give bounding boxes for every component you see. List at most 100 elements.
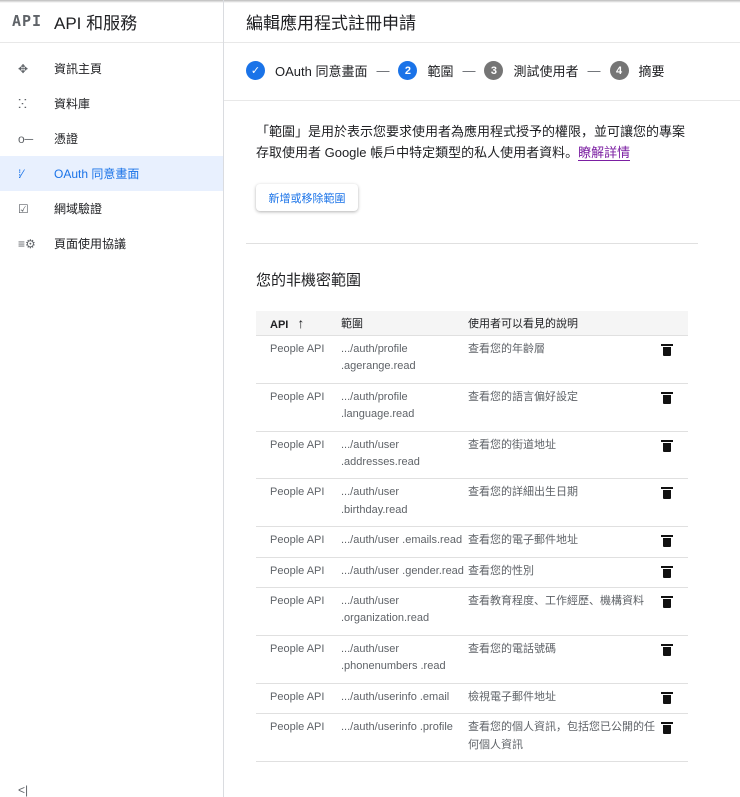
page-title: 編輯應用程式註冊申請 <box>224 0 740 43</box>
table-row: People API .../auth/profile .agerange.rea… <box>256 336 688 384</box>
table-row: People API .../auth/user .phonenumbers .r… <box>256 636 688 684</box>
step-number: 4 <box>609 61 629 80</box>
table-row: People API .../auth/profile .language.rea… <box>256 384 688 432</box>
sidebar-item-5[interactable]: ≡⚙ 頁面使用協議 <box>0 226 223 261</box>
delete-trash-icon[interactable] <box>661 565 673 578</box>
cell-desc: 查看教育程度、工作經歷、機構資料 <box>468 595 644 608</box>
cell-desc: 查看您的電話號碼 <box>468 642 556 655</box>
cell-desc: 檢視電子郵件地址 <box>468 690 556 703</box>
intro-text: 「範圍」是用於表示您要求使用者為應用程式授予的權限，並可讓您的專案存取使用者 G… <box>256 121 696 163</box>
sidebar-item-label: OAuth 同意畫面 <box>54 167 140 181</box>
step-label: 範圍 <box>427 64 454 79</box>
sidebar-item-4[interactable]: ☑ 網域驗證 <box>0 191 223 226</box>
sidebar-item-label: 資料庫 <box>54 97 91 111</box>
add-remove-scopes-button[interactable]: 新增或移除範圍 <box>256 184 358 211</box>
sidebar-item-label: 網域驗證 <box>54 202 103 216</box>
delete-trash-icon[interactable] <box>661 722 673 735</box>
step-label: OAuth 同意畫面 <box>275 64 368 79</box>
cell-scope: .../auth/userinfo .email <box>341 690 450 703</box>
divider <box>224 100 740 101</box>
cell-api: People API <box>270 534 325 547</box>
delete-trash-icon[interactable] <box>661 643 673 656</box>
cell-api: People API <box>270 721 325 734</box>
table-row: People API .../auth/userinfo .email 檢視電子郵件… <box>256 684 688 715</box>
cell-api: People API <box>270 690 325 703</box>
step-separator: — <box>462 63 476 78</box>
cell-api: People API <box>270 564 325 577</box>
delete-trash-icon[interactable] <box>661 344 673 356</box>
header-scope: 範圍 <box>341 318 363 330</box>
table-body: People API .../auth/profile .agerange.rea… <box>256 336 688 762</box>
cell-desc: 查看您的語言偏好設定 <box>468 390 578 403</box>
header-api[interactable]: API ↑ <box>256 315 341 331</box>
cell-scope: .../auth/profile .language.read <box>341 390 415 421</box>
step-1[interactable]: ✓ OAuth 同意畫面 <box>246 61 367 80</box>
table-row: People API .../auth/user .addresses.read 查… <box>256 432 688 480</box>
cell-api: People API <box>270 390 325 403</box>
delete-trash-icon[interactable] <box>661 391 673 404</box>
cell-scope: .../auth/user .addresses.read <box>341 438 420 469</box>
nav-icon: ≡⚙ <box>18 236 36 251</box>
cell-api: People API <box>270 595 325 608</box>
sidebar-item-label: 資訊主頁 <box>54 62 103 76</box>
delete-trash-icon[interactable] <box>661 487 673 500</box>
sidebar-item-0[interactable]: ✥ 資訊主頁 <box>0 51 223 86</box>
step-label: 摘要 <box>638 64 665 79</box>
cell-api: People API <box>270 486 325 499</box>
sidebar: API API 和服務 ✥ 資訊主頁 ⵘ 資料庫 o─ 憑證 ⁞⁄ OAuth 同意畫面 ☑ 網域… <box>0 0 224 797</box>
sidebar-item-label: 憑證 <box>54 132 79 146</box>
divider <box>246 243 698 244</box>
cell-scope: .../auth/user .organization.read <box>341 595 430 625</box>
brand-title: API 和服務 <box>54 13 138 33</box>
sort-arrow-up-icon[interactable]: ↑ <box>297 315 304 331</box>
nav-icon: ⵘ <box>18 96 27 111</box>
cell-scope: .../auth/user .emails.read <box>341 534 463 547</box>
stepper: ✓ OAuth 同意畫面 — 2 範圍 — 3 測試使用者 — 4 摘要 <box>246 61 665 80</box>
sidebar-item-2[interactable]: o─ 憑證 <box>0 121 223 156</box>
cell-scope: .../auth/user .birthday.read <box>341 486 408 516</box>
sidebar-item-3[interactable]: ⁞⁄ OAuth 同意畫面 <box>0 156 223 191</box>
delete-trash-icon[interactable] <box>661 691 673 704</box>
cell-desc: 查看您的詳細出生日期 <box>468 486 578 499</box>
cell-api: People API <box>270 343 325 355</box>
delete-trash-icon[interactable] <box>661 535 673 548</box>
sidebar-nav: ✥ 資訊主頁 ⵘ 資料庫 o─ 憑證 ⁞⁄ OAuth 同意畫面 ☑ 網域驗證 ≡⚙ 頁面使用協議 <box>0 51 223 261</box>
step-2[interactable]: 2 範圍 <box>398 61 453 80</box>
table-row: People API .../auth/user .organization.re… <box>256 588 688 636</box>
table-row: People API .../auth/user .gender.read 查看您的… <box>256 558 688 589</box>
header-desc: 使用者可以看見的說明 <box>468 318 578 330</box>
table-row: People API .../auth/userinfo .profile 查看您的… <box>256 714 688 762</box>
section-title: 您的非機密範圍 <box>256 272 362 289</box>
sidebar-item-label: 頁面使用協議 <box>54 237 127 251</box>
nav-icon: ⁞⁄ <box>18 166 24 181</box>
learn-more-link[interactable]: 瞭解詳情 <box>578 145 631 161</box>
cell-api: People API <box>270 642 325 655</box>
sidebar-item-1[interactable]: ⵘ 資料庫 <box>0 86 223 121</box>
collapse-sidebar-icon[interactable]: <| <box>18 783 28 797</box>
api-logo-icon: API <box>12 12 43 30</box>
check-icon: ✓ <box>246 61 265 80</box>
nav-icon: ✥ <box>18 61 29 76</box>
delete-trash-icon[interactable] <box>661 439 673 452</box>
step-3[interactable]: 3 測試使用者 <box>484 61 579 80</box>
delete-trash-icon[interactable] <box>661 596 673 609</box>
table-row: People API .../auth/user .emails.read 查看您的… <box>256 527 688 558</box>
nav-icon: ☑ <box>18 201 29 216</box>
cell-scope: .../auth/user .gender.read <box>341 564 464 577</box>
cell-desc: 查看您的電子郵件地址 <box>468 534 578 547</box>
cell-api: People API <box>270 438 325 451</box>
step-number: 2 <box>398 61 418 80</box>
step-4[interactable]: 4 摘要 <box>609 61 665 80</box>
cell-scope: .../auth/user .phonenumbers .read <box>341 642 446 673</box>
nav-icon: o─ <box>18 131 34 146</box>
step-separator: — <box>376 63 390 78</box>
step-separator: — <box>587 63 601 78</box>
cell-desc: 查看您的個人資訊，包括您已公開的任何個人資訊 <box>468 721 655 751</box>
step-number: 3 <box>484 61 504 80</box>
scopes-table: API ↑ 範圍 使用者可以看見的說明 People API .../auth/p… <box>256 311 688 762</box>
table-row: People API .../auth/user .birthday.read 查看… <box>256 479 688 528</box>
cell-desc: 查看您的年齡層 <box>468 343 545 355</box>
brand: API API 和服務 <box>0 0 223 43</box>
cell-scope: .../auth/userinfo .profile <box>341 721 453 734</box>
step-label: 測試使用者 <box>513 64 579 79</box>
